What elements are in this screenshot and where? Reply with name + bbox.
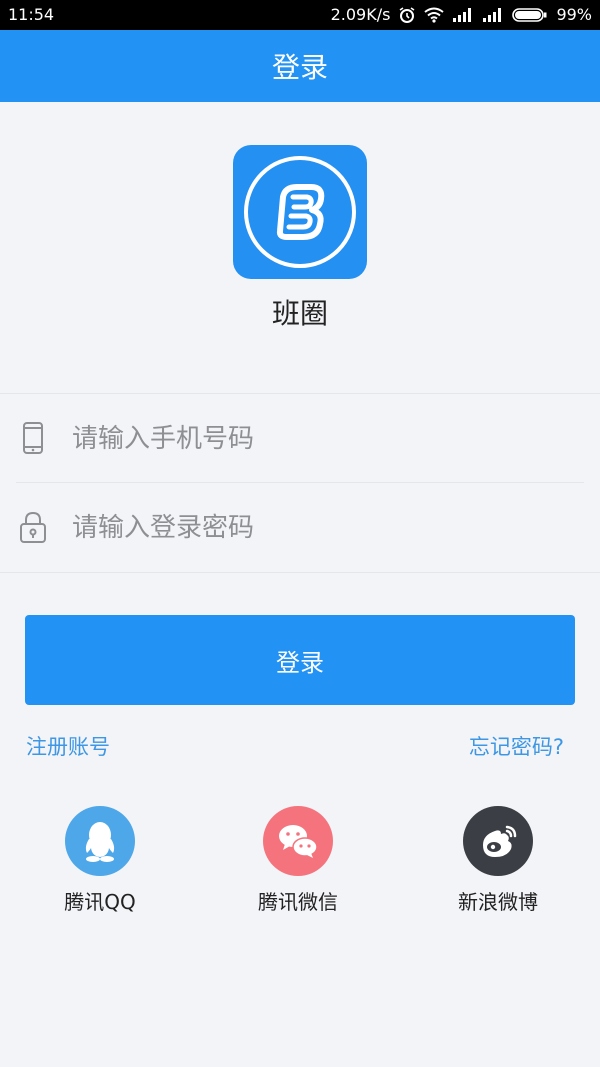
alarm-icon xyxy=(398,6,416,24)
wifi-icon xyxy=(424,7,445,23)
title-bar: 登录 xyxy=(0,30,600,102)
wechat-login-label: 腾讯微信 xyxy=(258,890,338,914)
qq-icon xyxy=(65,806,135,876)
qq-login-button[interactable]: 腾讯QQ xyxy=(30,806,170,915)
app-logo-graphic xyxy=(244,156,356,268)
divider xyxy=(0,572,600,573)
status-time: 11:54 xyxy=(8,5,55,24)
weibo-login-button[interactable]: 新浪微博 xyxy=(428,806,568,915)
password-field[interactable]: 请输入登录密码 xyxy=(0,483,600,571)
app-name: 班圈 xyxy=(271,297,328,330)
phone-input[interactable]: 请输入手机号码 xyxy=(72,418,254,455)
network-speed: 2.09K/s xyxy=(330,5,391,24)
battery-icon xyxy=(512,7,548,23)
qq-login-label: 腾讯QQ xyxy=(64,890,136,914)
signal-icon xyxy=(452,7,474,23)
lock-icon xyxy=(18,510,48,544)
app-logo xyxy=(233,145,367,279)
signal-icon xyxy=(482,7,504,23)
register-link[interactable]: 注册账号 xyxy=(26,731,110,761)
login-button[interactable]: 登录 xyxy=(25,615,575,705)
weibo-login-label: 新浪微博 xyxy=(458,890,538,914)
forgot-password-link[interactable]: 忘记密码? xyxy=(469,731,564,761)
wechat-login-button[interactable]: 腾讯微信 xyxy=(228,806,368,915)
phone-field[interactable]: 请输入手机号码 xyxy=(0,394,600,482)
phone-icon xyxy=(18,421,48,455)
password-input[interactable]: 请输入登录密码 xyxy=(72,507,254,544)
wechat-icon xyxy=(263,806,333,876)
weibo-icon xyxy=(463,806,533,876)
battery-level: 99% xyxy=(556,5,592,24)
page-title: 登录 xyxy=(271,51,328,84)
status-bar: 11:54 2.09K/s 99% xyxy=(0,0,600,30)
